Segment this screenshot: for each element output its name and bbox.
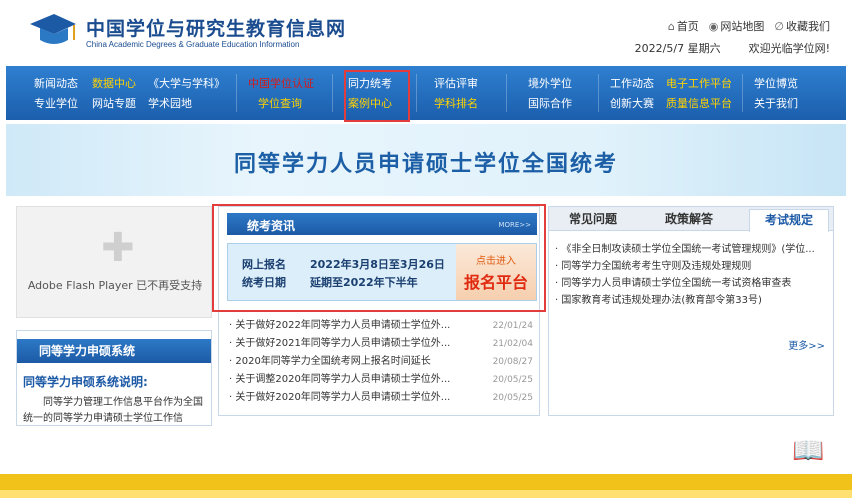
nav-col-7: 境外学位 国际合作: [528, 74, 572, 114]
open-book-icon[interactable]: 📖: [792, 436, 824, 466]
mortarboard-logo-icon[interactable]: [28, 10, 78, 50]
nav-col-6: 评估评审 学科排名: [434, 74, 478, 114]
news-list-item[interactable]: · 2020年同等学力全国统考网上报名时间延长 20/08/27: [229, 353, 537, 371]
bookmark-link[interactable]: ∅ 收藏我们: [774, 18, 830, 34]
main-nav: 新闻动态 专业学位 数据中心 网站专题 《大学与学科》 学术园地 中国学位认证 …: [6, 66, 846, 122]
nav-item-degree-query[interactable]: 学位查询: [248, 94, 314, 114]
nav-divider: [598, 74, 599, 112]
nav-col-1: 新闻动态 专业学位: [34, 74, 78, 114]
welcome-text: 欢迎光临学位网!: [748, 42, 830, 55]
home-link[interactable]: ⌂ 首页: [668, 18, 699, 34]
nav-item-international[interactable]: 国际合作: [528, 94, 572, 114]
nav-item-universities[interactable]: 《大学与学科》: [148, 74, 225, 94]
top-links: ⌂ 首页 ◉ 网站地图 ∅ 收藏我们: [668, 18, 830, 34]
nav-item-innovation-contest[interactable]: 创新大赛: [610, 94, 654, 114]
nav-col-2: 数据中心 网站专题: [92, 74, 136, 114]
rule-item[interactable]: · 《非全日制攻读硕士学位全国统一考试管理规则》(学位...: [555, 241, 829, 258]
nav-divider: [332, 74, 333, 112]
nav-item-discipline-ranking[interactable]: 学科排名: [434, 94, 478, 114]
banner-title: 同等学力人员申请硕士学位全国统考: [233, 152, 618, 177]
nav-item-evaluation[interactable]: 评估评审: [434, 74, 478, 94]
dateline: 2022/5/7 星期六 欢迎光临学位网!: [635, 40, 830, 56]
tab-exam-rules[interactable]: 考试规定: [749, 209, 829, 232]
rules-list: · 《非全日制攻读硕士学位全国统一考试管理规则》(学位... · 同等学力全国统…: [555, 241, 829, 309]
nav-col-3: 《大学与学科》 学术园地: [148, 74, 225, 114]
nav-divider: [506, 74, 507, 112]
nav-divider: [416, 74, 417, 112]
sitemap-link[interactable]: ◉ 网站地图: [709, 18, 765, 34]
system-description: 同等学力管理工作信息平台作为全国统一的同等学力申请硕士学位工作信: [23, 397, 203, 424]
site-header: 中国学位与研究生教育信息网 China Academic Degrees & G…: [0, 0, 852, 62]
rule-item[interactable]: · 同等学力人员申请硕士学位全国统一考试资格审查表: [555, 275, 829, 292]
nav-divider: [742, 74, 743, 112]
rules-more-link[interactable]: 更多>>: [788, 337, 825, 352]
nav-item-special-topics[interactable]: 网站专题: [92, 94, 136, 114]
rules-tabs: 常见问题 政策解答 考试规定: [549, 207, 833, 232]
news-list-item[interactable]: · 关于做好2022年同等学力人员申请硕士学位外... 22/01/24: [229, 317, 537, 335]
nav-item-academic[interactable]: 学术园地: [148, 94, 225, 114]
news-list: · 关于做好2022年同等学力人员申请硕士学位外... 22/01/24 · 关于…: [229, 317, 537, 407]
flash-placeholder: ✚ Adobe Flash Player 已不再受支持: [16, 206, 212, 318]
nav-item-degree-certification[interactable]: 中国学位认证: [248, 74, 314, 94]
tab-faq[interactable]: 常见问题: [553, 209, 633, 229]
nav-item-data-center[interactable]: 数据中心: [92, 74, 136, 94]
system-panel-title[interactable]: 同等学力申硕系统: [17, 339, 211, 363]
nav-item-work-news[interactable]: 工作动态: [610, 74, 654, 94]
nav-divider: [236, 74, 237, 112]
flash-unsupported-text: Adobe Flash Player 已不再受支持: [27, 279, 203, 292]
rules-panel: 常见问题 政策解答 考试规定 · 《非全日制攻读硕士学位全国统一考试管理规则》(…: [548, 206, 834, 416]
paperclip-icon: ∅: [774, 20, 784, 33]
nav-item-foreign-degree[interactable]: 境外学位: [528, 74, 572, 94]
footer-stripe: [0, 490, 852, 498]
news-list-item[interactable]: · 关于做好2020年同等学力人员申请硕士学位外... 20/05/25: [229, 389, 537, 407]
nav-item-quality-platform[interactable]: 质量信息平台: [666, 94, 732, 114]
nav-highlight-box: [344, 70, 410, 122]
news-list-item[interactable]: · 关于做好2021年同等学力人员申请硕士学位外... 21/02/04: [229, 335, 537, 353]
site-title[interactable]: 中国学位与研究生教育信息网: [86, 14, 346, 41]
home-icon: ⌂: [667, 20, 675, 33]
nav-col-8: 工作动态 创新大赛: [610, 74, 654, 114]
nav-item-e-platform[interactable]: 电子工作平台: [666, 74, 732, 94]
system-panel: 同等学力申硕系统 同等学力申硕系统说明: 同等学力管理工作信息平台作为全国统一的…: [16, 330, 212, 426]
nav-item-about[interactable]: 关于我们: [754, 94, 798, 114]
nav-col-9: 电子工作平台 质量信息平台: [666, 74, 732, 114]
nav-item-professional-degree[interactable]: 专业学位: [34, 94, 78, 114]
nav-col-4: 中国学位认证 学位查询: [248, 74, 314, 114]
rule-item[interactable]: · 国家教育考试违规处理办法(教育部令第33号): [555, 292, 829, 309]
nav-item-news[interactable]: 新闻动态: [34, 74, 78, 94]
map-pin-icon: ◉: [708, 20, 719, 33]
tab-policy[interactable]: 政策解答: [649, 209, 729, 229]
nav-item-degree-expo[interactable]: 学位博览: [754, 74, 798, 94]
news-list-item[interactable]: · 关于调整2020年同等学力人员申请硕士学位外... 20/05/25: [229, 371, 537, 389]
puzzle-piece-icon: ✚: [101, 225, 135, 271]
rule-item[interactable]: · 同等学力全国统考考生守则及违规处理规则: [555, 258, 829, 275]
news-highlight-box: [212, 204, 546, 312]
system-subtitle[interactable]: 同等学力申硕系统说明:: [23, 373, 148, 390]
current-date: 2022/5/7 星期六: [634, 42, 721, 55]
site-subtitle: China Academic Degrees & Graduate Educat…: [86, 40, 300, 49]
nav-col-10: 学位博览 关于我们: [754, 74, 798, 114]
banner: 同等学力人员申请硕士学位全国统考: [6, 124, 846, 196]
